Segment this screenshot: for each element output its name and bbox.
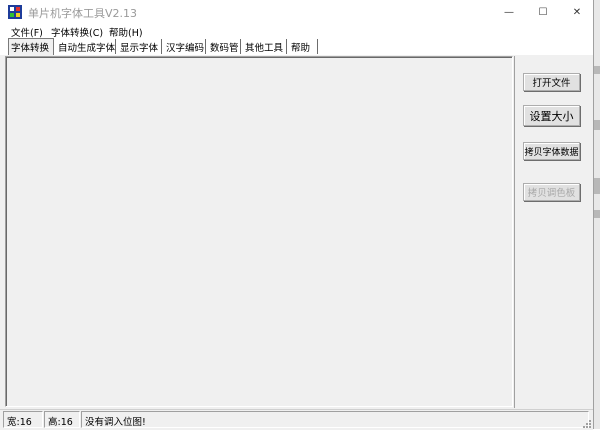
app-icon — [8, 5, 22, 19]
background-mark — [594, 120, 600, 130]
window-title: 单片机字体工具V2.13 — [28, 7, 138, 20]
tab-label: 字体转换 — [11, 43, 50, 54]
button-label: 打开文件 — [532, 78, 571, 89]
status-message-text: 没有调入位图! — [85, 417, 146, 428]
minimize-button[interactable]: — — [492, 0, 526, 24]
status-bar: 宽:16 高:16 没有调入位图! — [0, 409, 593, 430]
open-file-button[interactable]: 打开文件 — [523, 73, 580, 91]
tab-label: 帮助 — [291, 43, 311, 54]
button-label: 设置大小 — [529, 109, 574, 123]
panel-divider — [514, 56, 515, 408]
close-button[interactable]: ✕ — [560, 0, 594, 24]
tab-display-font[interactable]: 显示字体 — [118, 39, 162, 54]
tab-label: 数码管 — [210, 43, 239, 54]
resize-grip-icon[interactable] — [581, 418, 591, 428]
button-label: 拷贝调色板 — [527, 188, 576, 199]
maximize-icon: ☐ — [538, 6, 548, 18]
menu-help[interactable]: 帮助(H) — [109, 25, 143, 39]
menu-file[interactable]: 文件(F) — [11, 25, 43, 39]
app-window: 单片机字体工具V2.13 — ☐ ✕ 文件(F) 字体转换(C) 帮助(H) 字… — [0, 0, 594, 430]
tab-chinese-encoding[interactable]: 汉字编码 — [164, 39, 206, 54]
status-height: 高:16 — [44, 411, 80, 428]
preview-inner-border — [6, 57, 512, 406]
background-mark — [594, 66, 600, 74]
close-icon: ✕ — [572, 6, 582, 18]
status-width-text: 宽:16 — [7, 417, 32, 428]
status-message: 没有调入位图! — [81, 411, 589, 428]
status-height-text: 高:16 — [48, 417, 73, 428]
tab-other-tools[interactable]: 其他工具 — [243, 39, 287, 54]
tab-help[interactable]: 帮助 — [289, 39, 318, 54]
tab-label: 其他工具 — [245, 43, 284, 54]
bitmap-preview-area[interactable] — [5, 56, 513, 407]
tab-label: 显示字体 — [120, 43, 159, 54]
tab-label: 汉字编码 — [166, 43, 205, 54]
menu-font-convert[interactable]: 字体转换(C) — [51, 25, 103, 39]
title-bar[interactable]: 单片机字体工具V2.13 — ☐ ✕ — [0, 0, 593, 24]
button-label: 拷贝字体数据 — [524, 147, 579, 158]
tab-font-convert[interactable]: 字体转换 — [8, 38, 54, 55]
tab-auto-generate-font[interactable]: 自动生成字体 — [56, 39, 116, 54]
copy-font-data-button[interactable]: 拷贝字体数据 — [523, 142, 580, 160]
background-window-strip — [594, 0, 600, 429]
background-mark — [594, 178, 600, 194]
tab-segment-display[interactable]: 数码管 — [208, 39, 241, 54]
maximize-button[interactable]: ☐ — [526, 0, 560, 24]
tab-strip: 字体转换 自动生成字体 显示字体 汉字编码 数码管 其他工具 帮助 — [0, 38, 593, 55]
tab-label: 自动生成字体 — [58, 43, 116, 54]
minimize-icon: — — [504, 6, 514, 18]
background-mark — [594, 210, 600, 218]
set-size-button[interactable]: 设置大小 — [523, 105, 580, 126]
status-width: 宽:16 — [3, 411, 43, 428]
menu-bar: 文件(F) 字体转换(C) 帮助(H) — [0, 24, 593, 39]
copy-palette-button[interactable]: 拷贝调色板 — [523, 183, 580, 201]
